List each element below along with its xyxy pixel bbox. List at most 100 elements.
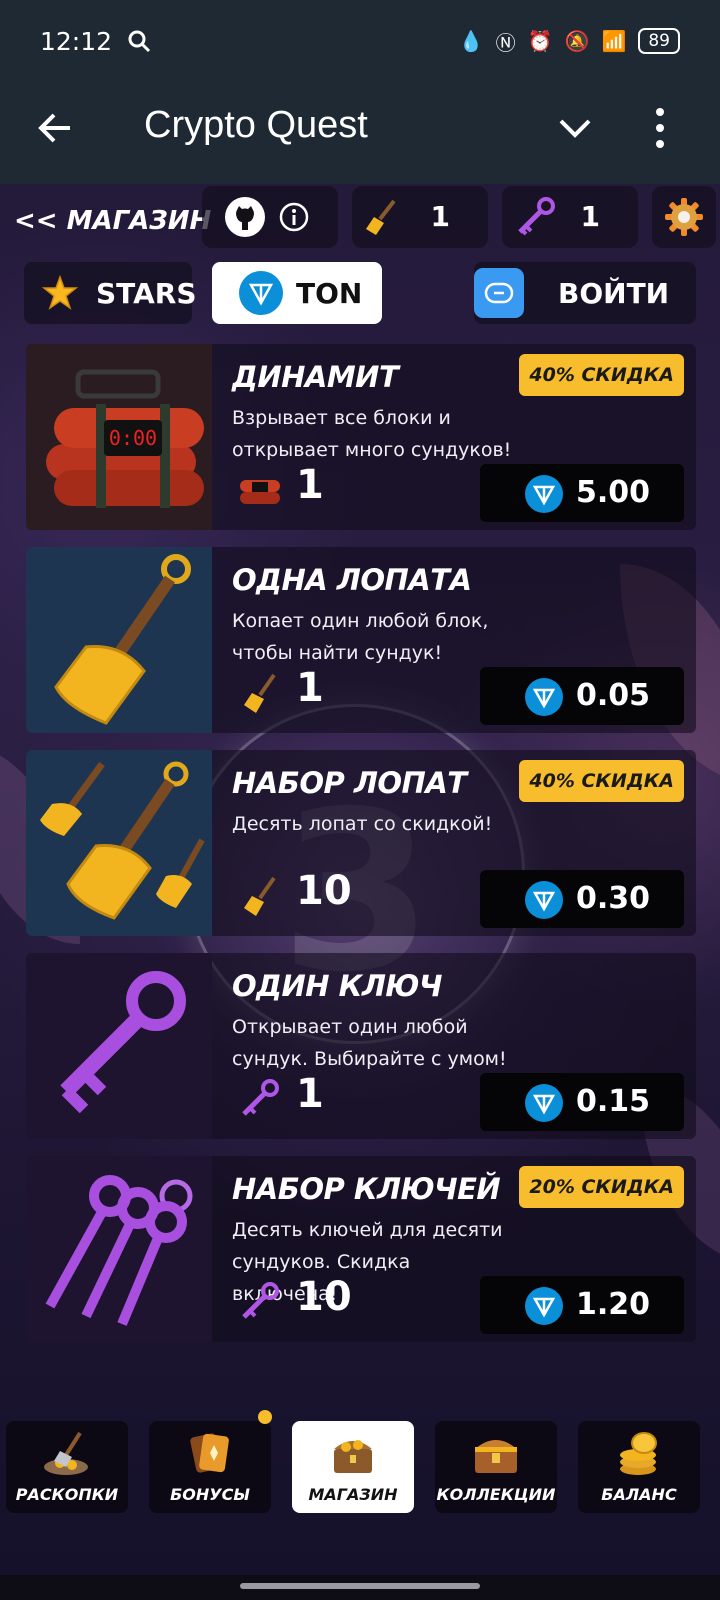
key-counter: 1 [502,186,638,248]
status-time: 12:12 [40,26,113,56]
item-name: ОДИН КЛЮЧ [232,969,442,1003]
discount-badge: 20% СКИДКА [519,1166,684,1208]
key-icon [242,1079,279,1116]
svg-text:0:00: 0:00 [109,426,157,450]
item-description: Взрывает все блоки и открывает много сун… [232,407,512,461]
item-name: НАБОР ЛОПАТ [232,766,467,800]
github-icon[interactable] [224,196,266,238]
ton-icon [525,1084,563,1122]
search-icon [128,30,151,53]
item-name: НАБОР КЛЮЧЕЙ [232,1172,501,1206]
key-icon [26,953,212,1139]
shovel-icon [26,750,212,936]
item-description: Десять лопат со скидкой! [232,813,493,835]
gesture-bar [0,1575,720,1600]
buy-button[interactable]: 0.05 [480,667,684,725]
ton-icon [525,678,563,716]
ton-icon [525,475,563,513]
status-bar: 12:12 💧 Ⓝ ⏰ 🔕 📶 89 [0,0,720,82]
nav-label: МАГАЗИН [308,1485,398,1504]
login-button[interactable]: ВОЙТИ [474,262,696,324]
dynamite-icon [240,480,280,504]
tab-ton-label: TON [296,276,363,310]
cards-icon [190,1433,229,1473]
dig-icon [44,1431,88,1475]
nav-balance[interactable]: БАЛАНС [578,1421,700,1513]
item-price: 1.20 [576,1287,651,1322]
alarm-icon: ⏰ [527,29,553,53]
ton-icon [525,881,563,919]
shop-item-key-set: НАБОР КЛЮЧЕЙ Десять ключей для десяти су… [26,1156,696,1342]
nav-dig[interactable]: РАСКОПКИ [6,1421,128,1513]
chest-icon [334,1440,372,1473]
nav-bonuses[interactable]: БОНУСЫ [149,1421,271,1513]
item-quantity: 1 [296,462,324,508]
shop-item-one-shovel: ОДНА ЛОПАТА Копает один любой блок, чтоб… [26,547,696,733]
mute-icon: 🔕 [564,29,590,53]
nav-label: БАЛАНС [601,1485,677,1504]
item-price: 5.00 [576,475,651,510]
discount-badge: 40% СКИДКА [519,354,684,396]
discount-badge: 40% СКИДКА [519,760,684,802]
buy-button[interactable]: 1.20 [480,1276,684,1334]
item-quantity: 1 [296,665,324,711]
gear-icon[interactable] [663,196,705,238]
shovel-count: 1 [430,200,450,233]
wallet-icon [474,268,524,318]
shop-back-link[interactable]: << МАГАЗИН [14,206,211,236]
item-quantity: 10 [296,868,352,914]
nav-label: РАСКОПКИ [15,1485,119,1504]
item-quantity: 1 [296,1071,324,1117]
shovel-icon [244,876,276,916]
dynamite-icon: 0:00 [26,344,212,530]
shovel-icon [244,673,276,713]
wifi-icon: 📶 [601,29,627,53]
settings-button[interactable] [652,186,716,248]
back-arrow-icon[interactable] [36,108,76,148]
buy-button[interactable]: 0.30 [480,870,684,928]
nav-shop[interactable]: МАГАЗИН [292,1421,414,1513]
nav-label: БОНУСЫ [170,1485,250,1504]
app-bar: Crypto Quest [0,82,720,184]
status-icons: 💧 Ⓝ ⏰ 🔕 📶 89 [459,27,680,56]
key-icon [242,1282,279,1319]
app-title: Crypto Quest [144,104,368,146]
github-info-pill[interactable] [202,186,338,248]
notification-dot [258,1410,272,1424]
item-price: 0.30 [576,881,651,916]
login-label: ВОЙТИ [558,276,670,310]
item-name: ОДНА ЛОПАТА [232,563,472,597]
home-indicator[interactable] [240,1583,480,1589]
nfc-icon: Ⓝ [495,30,516,55]
drop-icon: 💧 [458,29,484,53]
star-icon [42,275,78,310]
key-icon [26,1156,212,1342]
shovel-icon [26,547,212,733]
shovel-icon [366,199,396,235]
shovel-counter: 1 [352,186,488,248]
item-description: Открывает один любой сундук. Выбирайте с… [232,1016,507,1070]
item-price: 0.15 [576,1084,651,1119]
tab-ton[interactable]: TON [212,262,382,324]
coins-icon [620,1432,657,1475]
item-price: 0.05 [576,678,651,713]
battery-indicator: 89 [638,28,680,54]
chest-icon [475,1440,517,1473]
shop-item-one-key: ОДИН КЛЮЧ Открывает один любой сундук. В… [26,953,696,1139]
item-description: Копает один любой блок, чтобы найти сунд… [232,610,489,664]
buy-button[interactable]: 5.00 [480,464,684,522]
ton-icon [525,1287,563,1325]
ton-icon [239,271,283,315]
chevron-down-icon[interactable] [557,110,593,146]
info-icon[interactable] [278,201,310,233]
tab-stars-label: STARS [96,276,197,310]
game-view: 3 << МАГАЗИН 1 1 [0,184,720,1575]
nav-collections[interactable]: КОЛЛЕКЦИИ [435,1421,557,1513]
buy-button[interactable]: 0.15 [480,1073,684,1131]
item-quantity: 10 [296,1274,352,1320]
shop-item-dynamite: 0:00 ДИНАМИТ Взрывает все блоки и открыв… [26,344,696,530]
more-vert-icon[interactable] [652,106,668,150]
tab-stars[interactable]: STARS [24,262,197,324]
item-name: ДИНАМИТ [232,360,399,394]
key-icon [518,197,555,236]
